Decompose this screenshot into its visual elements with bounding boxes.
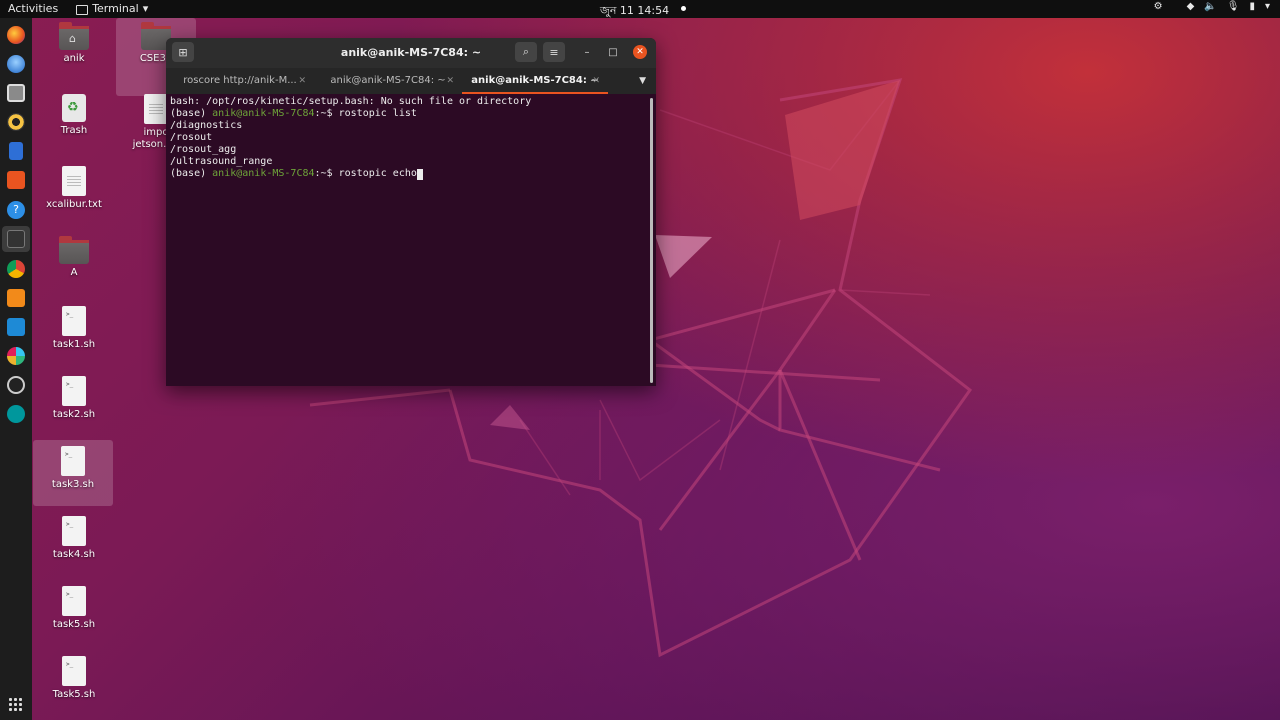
desktop-icon-label: task4.sh <box>52 549 96 560</box>
hamburger-menu-button[interactable]: ≡ <box>543 42 565 62</box>
output-line: /diagnostics <box>170 120 243 131</box>
firefox-icon[interactable] <box>7 26 25 44</box>
shell-script-icon: >_ <box>62 516 86 546</box>
text-cursor <box>416 169 423 180</box>
wifi-icon[interactable]: ◆ <box>1187 1 1195 12</box>
app-menu-terminal[interactable]: Terminal ▾ <box>76 2 148 15</box>
volume-icon[interactable]: 🔈 <box>1204 1 1216 12</box>
shell-script-icon: >_ <box>61 446 85 476</box>
prompt-user: anik@anik-MS-7C84 <box>212 168 315 179</box>
minimize-button[interactable]: – <box>581 46 593 58</box>
prompt-env: (base) <box>170 168 213 179</box>
prompt-env: (base) <box>170 108 213 119</box>
steam-tray-icon[interactable]: ⚙ <box>1154 1 1163 12</box>
notification-dot-icon <box>681 6 687 11</box>
tab-shell-3[interactable]: anik@anik-MS-7C84: ~ ✕ <box>462 68 608 94</box>
sublime-text-icon[interactable] <box>7 289 25 307</box>
microphone-icon[interactable]: 🎙 <box>1227 1 1240 12</box>
desktop-icon-script[interactable]: >_ Task5.sh <box>34 656 114 701</box>
text-file-icon <box>62 166 86 196</box>
tab-label: anik@anik-MS-7C84: ~ <box>330 75 446 86</box>
battery-icon[interactable]: ▮ <box>1249 1 1255 12</box>
prompt-user: anik@anik-MS-7C84 <box>212 108 315 119</box>
rhythmbox-icon[interactable] <box>7 113 25 131</box>
trash-icon <box>62 94 86 122</box>
home-folder-icon: ⌂ <box>59 22 89 50</box>
output-line: (base) anik@anik-MS-7C84:~$ rostopic lis… <box>170 108 652 120</box>
desktop-icon-home[interactable]: ⌂ anik <box>34 22 114 65</box>
terminal-app-icon <box>76 4 89 15</box>
chevron-down-icon: ▾ <box>142 2 149 15</box>
desktop-icon-label: task5.sh <box>52 619 96 630</box>
text-file-icon <box>144 94 168 124</box>
clock[interactable]: জুন 11 14:54 <box>600 2 669 21</box>
desktop-icon-label: anik <box>63 53 85 64</box>
desktop-icon-script[interactable]: >_ task2.sh <box>34 376 114 421</box>
desktop-icon-label: Trash <box>60 125 88 136</box>
activities-button[interactable]: Activities <box>8 2 58 15</box>
folder-icon <box>59 236 89 264</box>
terminal-window[interactable]: ⊞ anik@anik-MS-7C84: ~ ⌕ ≡ – □ ✕ roscore… <box>166 38 656 386</box>
shell-script-icon: >_ <box>62 586 86 616</box>
desktop-icon-trash[interactable]: Trash <box>34 94 114 137</box>
shell-script-icon: >_ <box>62 376 86 406</box>
terminal-output[interactable]: bash: /opt/ros/kinetic/setup.bash: No su… <box>166 94 656 182</box>
search-button[interactable]: ⌕ <box>515 42 537 62</box>
close-tab-icon[interactable]: ✕ <box>298 68 306 94</box>
prompt-path: :~$ <box>314 168 339 179</box>
app-menu-label: Terminal <box>92 2 139 15</box>
vscode-icon[interactable] <box>7 318 25 336</box>
libreoffice-writer-icon[interactable] <box>9 142 23 160</box>
output-line: /rosout_agg <box>170 144 237 155</box>
tabs-dropdown-icon[interactable]: ▼ <box>639 68 646 94</box>
help-icon[interactable]: ? <box>7 201 25 219</box>
close-button[interactable]: ✕ <box>633 45 647 59</box>
dock: ? <box>0 18 32 720</box>
desktop-icon-label: task3.sh <box>51 479 95 490</box>
show-applications-icon[interactable] <box>9 698 23 712</box>
top-bar: Activities Terminal ▾ জুন 11 14:54 ⚙ ◆ 🔈… <box>0 0 1280 18</box>
shell-script-icon: >_ <box>62 306 86 336</box>
desktop-icon-file[interactable]: xcalibur.txt <box>34 166 114 211</box>
shell-script-icon: >_ <box>62 656 86 686</box>
tab-bar: roscore http://anik-M... ✕ anik@anik-MS-… <box>166 68 656 94</box>
maximize-button[interactable]: □ <box>607 46 619 58</box>
terminal-header-bar[interactable]: ⊞ anik@anik-MS-7C84: ~ ⌕ ≡ – □ ✕ <box>166 38 656 68</box>
tab-roscore[interactable]: roscore http://anik-M... ✕ <box>166 68 314 94</box>
desktop-icon-label: xcalibur.txt <box>46 199 102 210</box>
terminal-icon[interactable] <box>7 230 25 248</box>
desktop-icon-script[interactable]: >_ task1.sh <box>34 306 114 351</box>
command-text: rostopic list <box>338 108 417 119</box>
desktop-icon-label: task1.sh <box>52 339 96 350</box>
thunderbird-icon[interactable] <box>7 55 25 73</box>
chrome-icon[interactable] <box>7 260 25 278</box>
desktop-icon-script[interactable]: >_ task3.sh <box>33 440 113 506</box>
tab-label: anik@anik-MS-7C84: ~ <box>471 75 599 86</box>
output-line: bash: /opt/ros/kinetic/setup.bash: No su… <box>170 96 532 107</box>
tab-label: roscore http://anik-M... <box>183 75 297 86</box>
desktop-icon-label: Task5.sh <box>52 689 96 700</box>
output-line: /rosout <box>170 132 213 143</box>
desktop-icon-label: task2.sh <box>52 409 96 420</box>
desktop-icon-label: A <box>70 267 78 278</box>
desktop-icon-script[interactable]: >_ task4.sh <box>34 516 114 561</box>
software-center-icon[interactable] <box>7 171 25 189</box>
close-tab-icon[interactable]: ✕ <box>446 68 454 94</box>
output-line: /ultrasound_range <box>170 156 273 167</box>
desktop-icon-folder[interactable]: A <box>34 236 114 279</box>
output-line: (base) anik@anik-MS-7C84:~$ rostopic ech… <box>170 168 652 180</box>
close-tab-icon[interactable]: ✕ <box>592 68 600 94</box>
slack-icon[interactable] <box>7 347 25 365</box>
obs-icon[interactable] <box>7 376 25 394</box>
tab-shell-2[interactable]: anik@anik-MS-7C84: ~ ✕ <box>314 68 462 94</box>
files-icon[interactable] <box>7 84 25 102</box>
desktop-icon-script[interactable]: >_ task5.sh <box>34 586 114 631</box>
command-input[interactable]: rostopic echo <box>339 168 417 179</box>
prompt-path: :~$ <box>314 108 339 119</box>
terminal-scrollbar[interactable] <box>650 98 653 383</box>
system-menu-chevron-icon[interactable]: ▾ <box>1265 1 1270 12</box>
arduino-icon[interactable] <box>7 405 25 423</box>
